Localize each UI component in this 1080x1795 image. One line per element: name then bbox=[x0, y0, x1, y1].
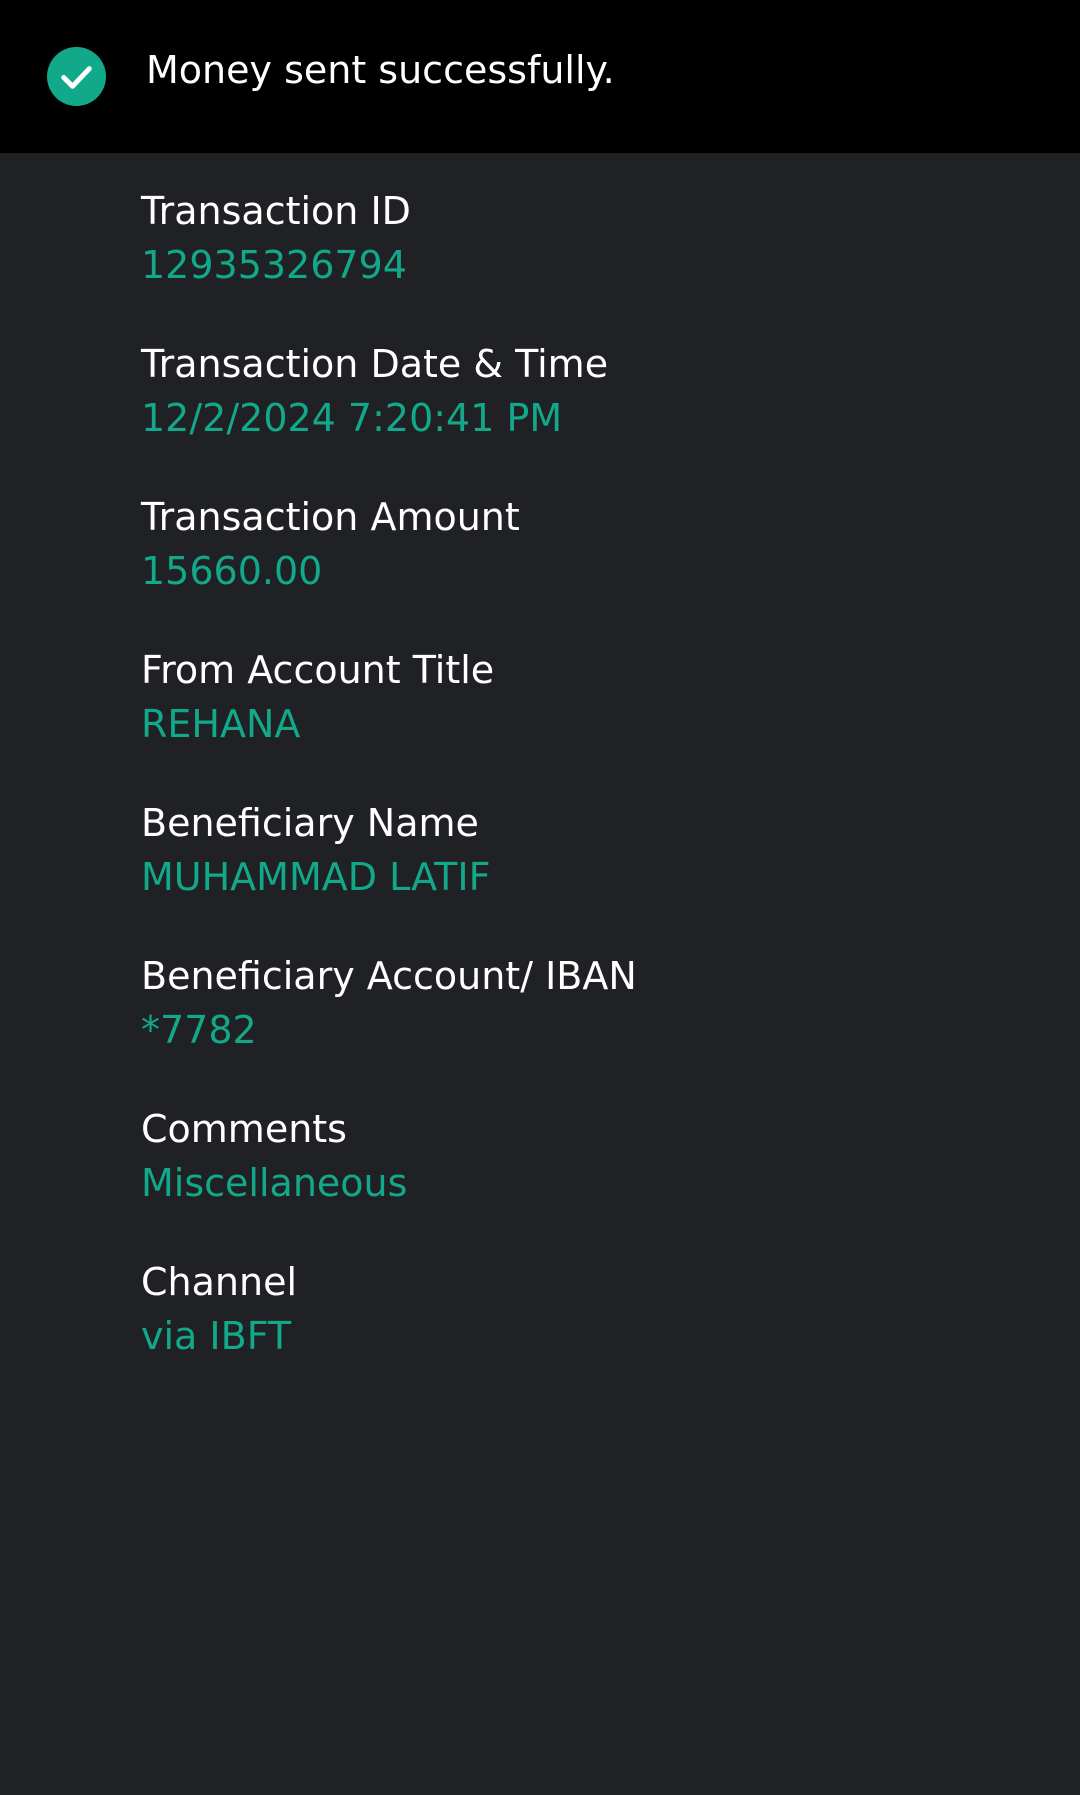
beneficiary-account-field: Beneficiary Account/ IBAN *7782 bbox=[141, 951, 1041, 1104]
field-label: Transaction Date & Time bbox=[141, 342, 609, 386]
field-value: Miscellaneous bbox=[141, 1161, 408, 1205]
field-value: REHANA bbox=[141, 702, 301, 746]
field-label: Beneficiary Account/ IBAN bbox=[141, 954, 637, 998]
field-value: 12935326794 bbox=[141, 243, 407, 287]
field-label: Transaction ID bbox=[141, 189, 411, 233]
channel-field: Channel via IBFT bbox=[141, 1257, 1041, 1410]
field-value: 12/2/2024 7:20:41 PM bbox=[141, 396, 563, 440]
field-label: Channel bbox=[141, 1260, 298, 1304]
transaction-id-field: Transaction ID 12935326794 bbox=[141, 186, 1041, 339]
transaction-details: Transaction ID 12935326794 Transaction D… bbox=[141, 186, 1041, 1410]
beneficiary-name-field: Beneficiary Name MUHAMMAD LATIF bbox=[141, 798, 1041, 951]
from-account-title-field: From Account Title REHANA bbox=[141, 645, 1041, 798]
field-label: Comments bbox=[141, 1107, 347, 1151]
success-banner: Money sent successfully. bbox=[0, 0, 1080, 153]
comments-field: Comments Miscellaneous bbox=[141, 1104, 1041, 1257]
field-value: *7782 bbox=[141, 1008, 257, 1052]
check-circle-icon bbox=[47, 47, 106, 106]
field-label: From Account Title bbox=[141, 648, 495, 692]
field-value: via IBFT bbox=[141, 1314, 292, 1358]
field-value: 15660.00 bbox=[141, 549, 323, 593]
field-value: MUHAMMAD LATIF bbox=[141, 855, 491, 899]
transaction-amount-field: Transaction Amount 15660.00 bbox=[141, 492, 1041, 645]
success-message: Money sent successfully. bbox=[146, 48, 615, 92]
field-label: Beneficiary Name bbox=[141, 801, 479, 845]
field-label: Transaction Amount bbox=[141, 495, 520, 539]
transaction-datetime-field: Transaction Date & Time 12/2/2024 7:20:4… bbox=[141, 339, 1041, 492]
